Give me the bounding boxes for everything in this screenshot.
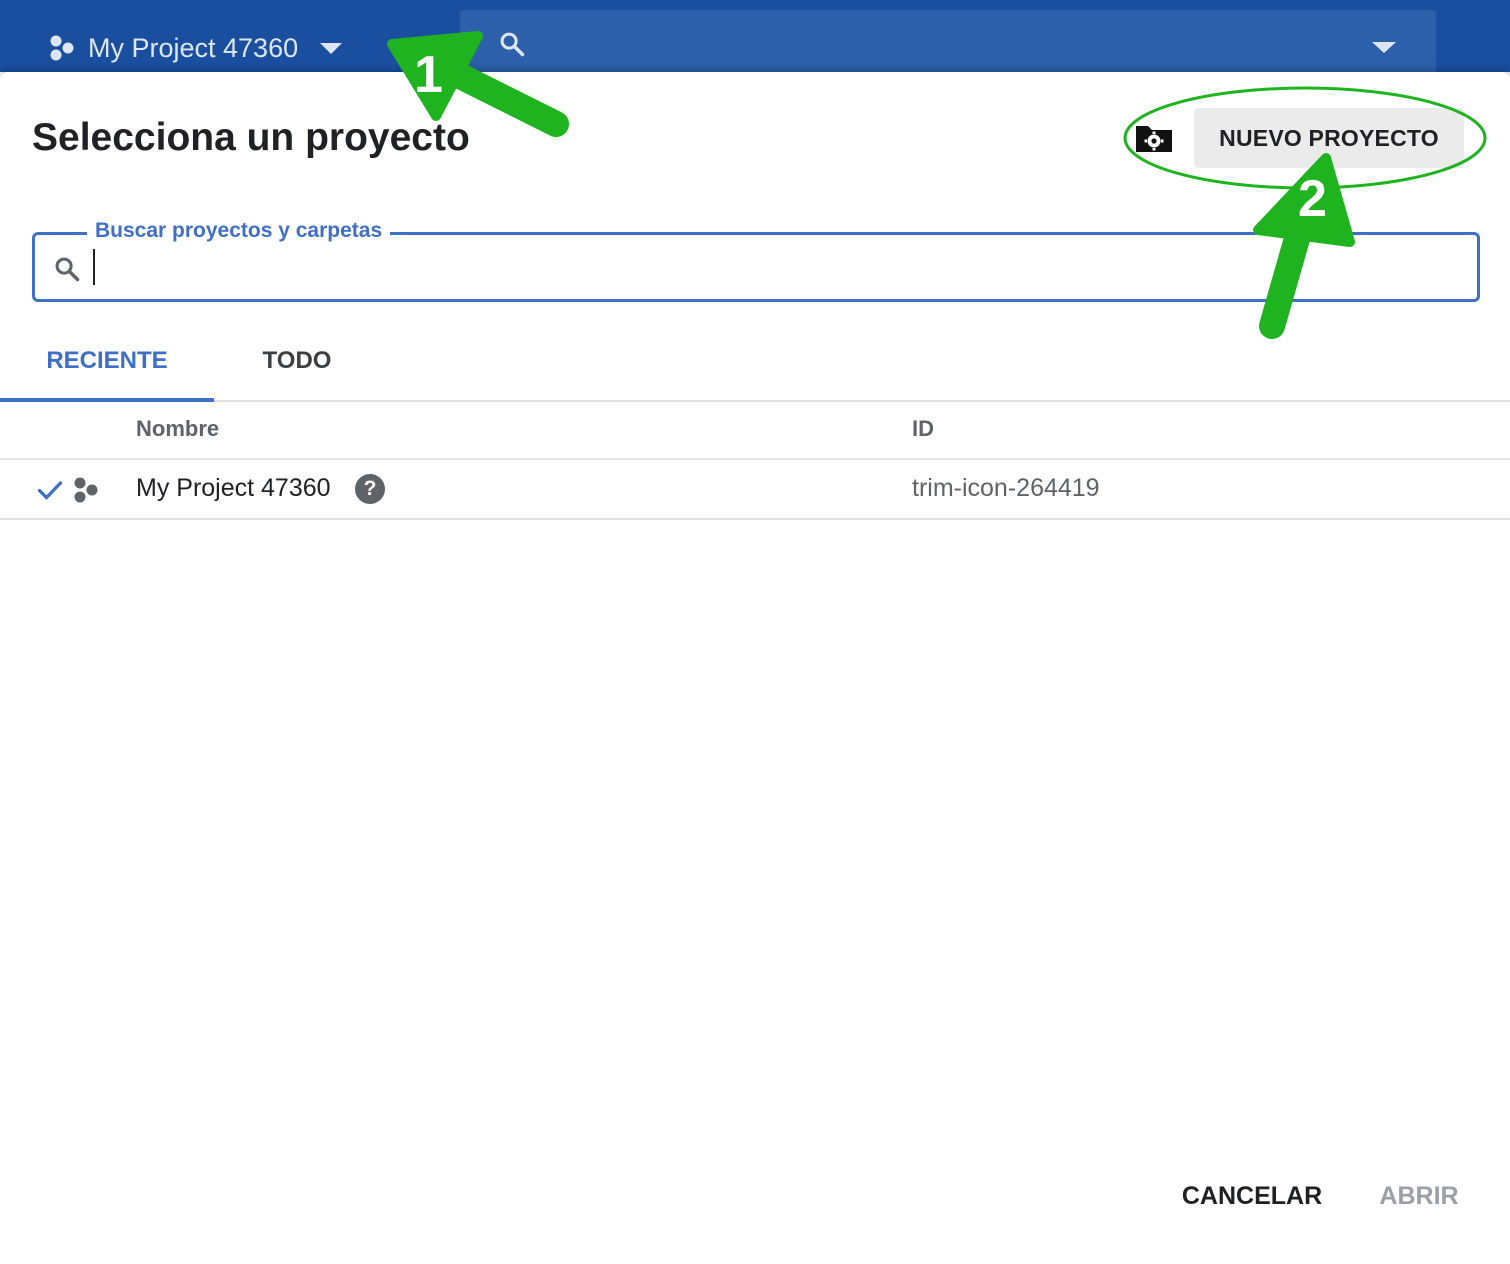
table-row[interactable]: My Project 47360 ? trim-icon-264419 — [0, 460, 1510, 520]
text-cursor — [93, 249, 95, 285]
project-picker-label: My Project 47360 — [88, 32, 299, 63]
top-bar: My Project 47360 — [0, 0, 1510, 72]
project-search-field[interactable]: Buscar proyectos y carpetas — [32, 219, 1480, 302]
open-button[interactable]: ABRIR — [1366, 1172, 1472, 1220]
project-select-dialog: Selecciona un proyecto NUEVO PROYECTO Bu… — [0, 72, 1510, 1264]
help-icon[interactable]: ? — [355, 474, 385, 504]
project-id: trim-icon-264419 — [912, 474, 1100, 502]
project-hex-icon — [50, 35, 74, 61]
search-dropdown-icon[interactable] — [1372, 42, 1396, 53]
new-project-button[interactable]: NUEVO PROYECTO — [1194, 108, 1464, 168]
check-icon — [37, 481, 63, 500]
search-input[interactable] — [91, 243, 1451, 291]
project-picker[interactable]: My Project 47360 — [48, 28, 343, 68]
dialog-title: Selecciona un proyecto — [32, 116, 470, 159]
tab-all[interactable]: TODO — [214, 322, 380, 400]
chevron-down-icon — [320, 42, 343, 54]
column-header-id[interactable]: ID — [912, 416, 934, 442]
search-icon — [55, 257, 80, 282]
tab-recent[interactable]: RECIENTE — [0, 322, 214, 402]
tab-bar: RECIENTE TODO — [0, 322, 1510, 402]
column-header-name[interactable]: Nombre — [136, 416, 219, 442]
cancel-button[interactable]: CANCELAR — [1170, 1172, 1334, 1220]
folder-gear-icon[interactable] — [1134, 122, 1174, 154]
project-hex-icon — [74, 477, 98, 503]
project-name-link[interactable]: My Project 47360 — [136, 474, 331, 503]
search-field-label: Buscar proyectos y carpetas — [87, 219, 391, 243]
table-header: Nombre ID — [0, 402, 1510, 460]
top-search-bar[interactable] — [460, 10, 1436, 72]
search-icon — [500, 32, 525, 57]
